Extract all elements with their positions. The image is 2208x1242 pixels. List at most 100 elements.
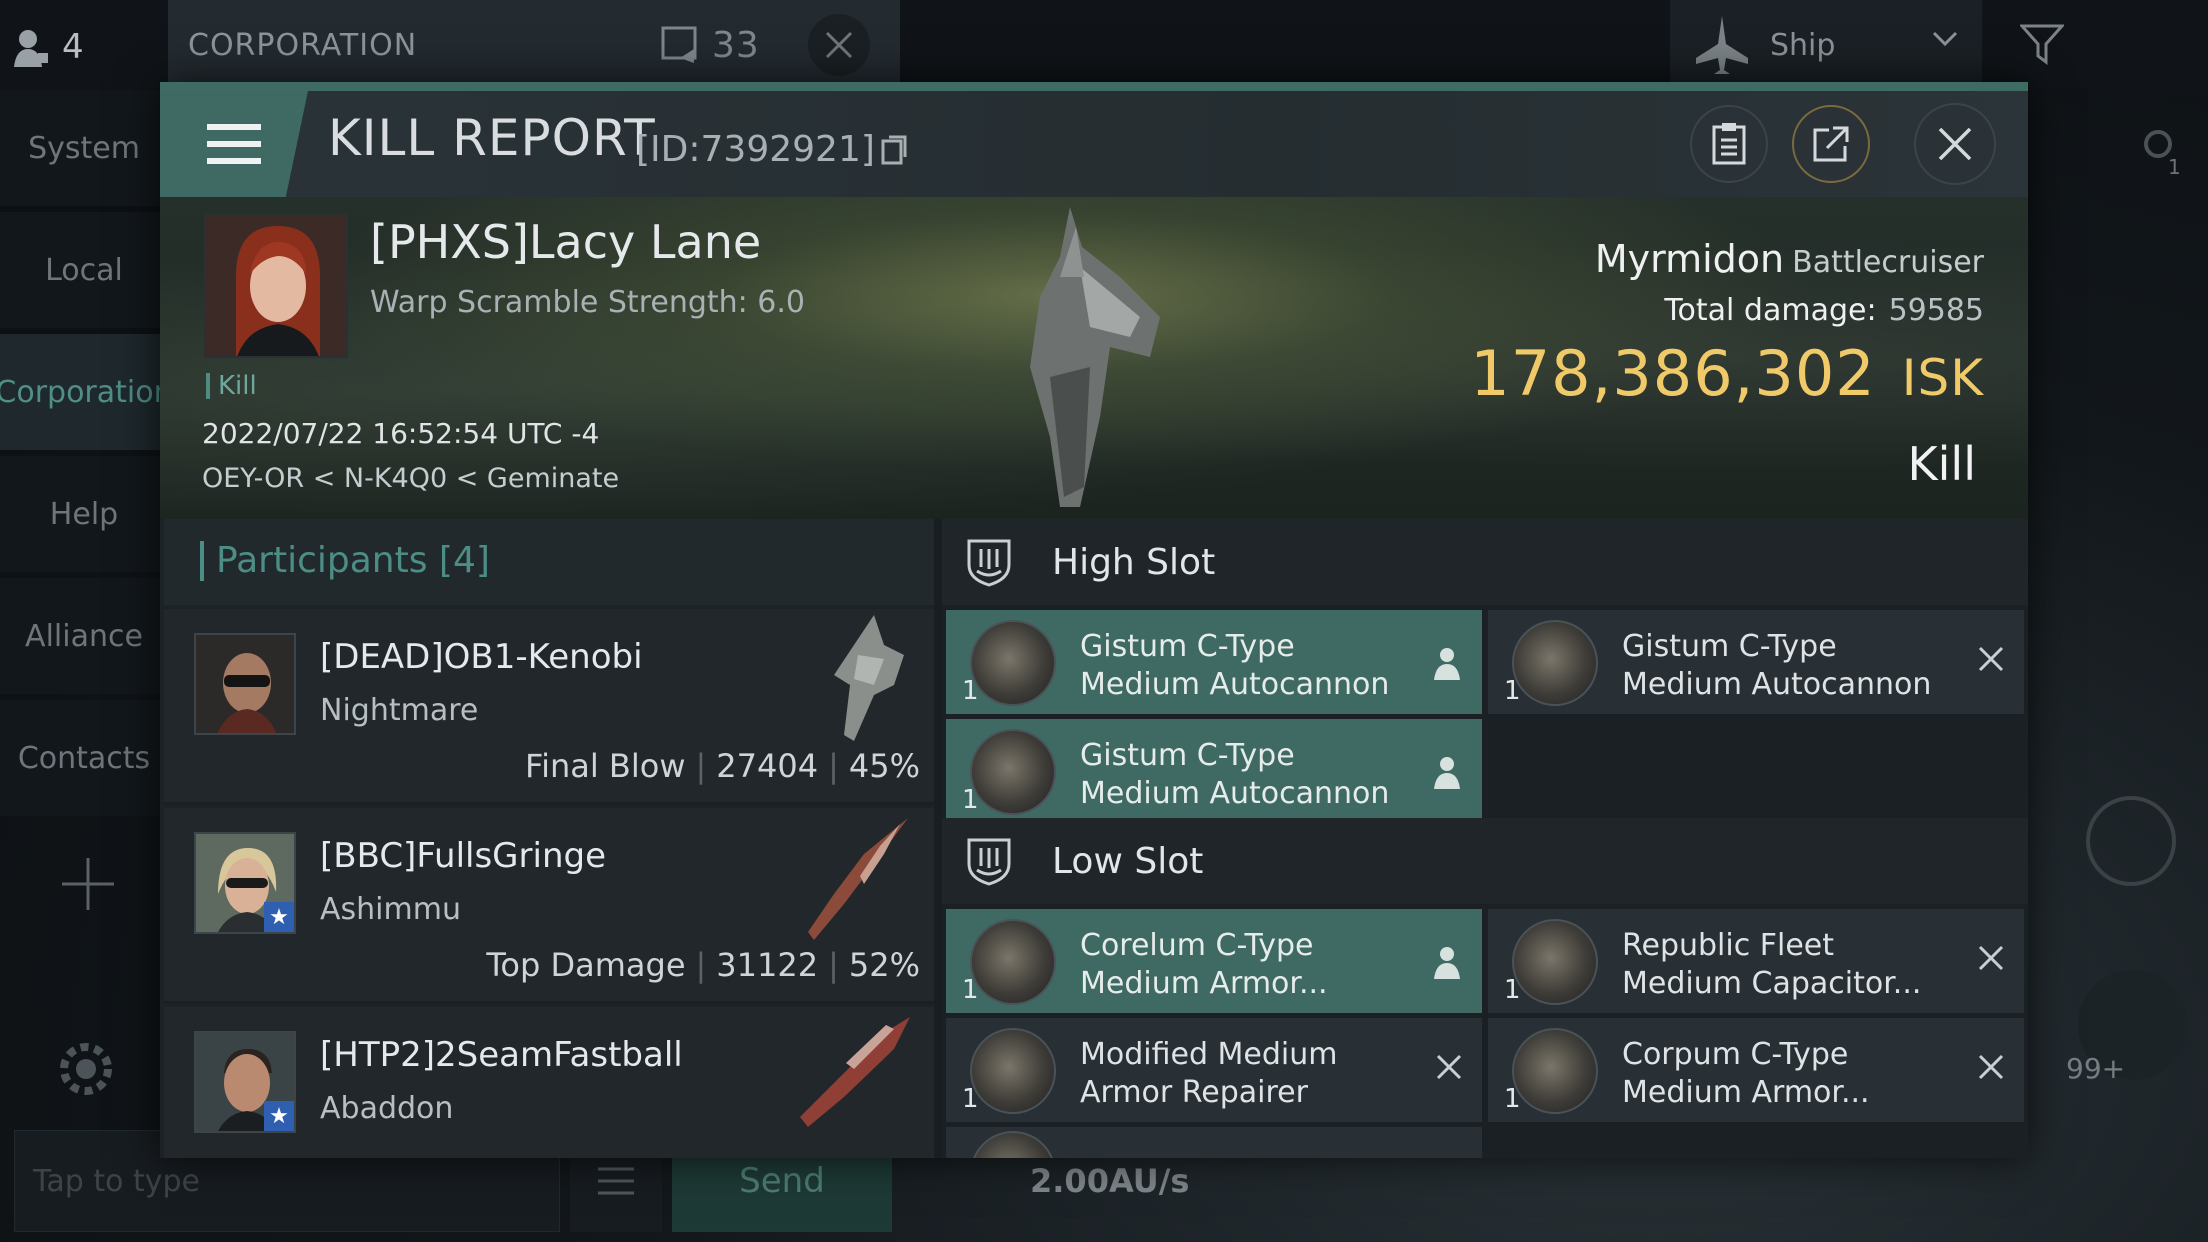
victim-name[interactable]: [PHXS]Lacy Lane (370, 215, 761, 269)
module-quantity: 1 (962, 676, 979, 706)
modal-accent-bar (160, 82, 2028, 91)
online-count: 4 (62, 27, 84, 67)
corp-chat-title: CORPORATION (188, 27, 418, 63)
swap-button[interactable] (2086, 796, 2176, 886)
victim-ship-line: Myrmidon Battlecruiser (1595, 237, 1984, 281)
list-icon (598, 1167, 634, 1195)
copy-report-button[interactable] (1690, 105, 1768, 183)
module-name-line2: Armor Repairer (1080, 1075, 1308, 1110)
share-icon (1813, 126, 1849, 162)
pilot-portrait-art (196, 635, 294, 733)
module-item[interactable]: 1 Modified Medium Armor Repairer (946, 1018, 1482, 1124)
stats-separator: | (828, 747, 839, 785)
module-name: Gistum C-Type Medium Autocannon (1080, 628, 1410, 704)
module-name-line1: Corelum C-Type (1080, 928, 1314, 963)
participant-ship-render (800, 1017, 910, 1127)
high-slot-title: High Slot (1052, 541, 1216, 583)
victim-ship-class: Battlecruiser (1792, 245, 1984, 280)
stats-separator: | (695, 946, 707, 984)
victim-banner: [PHXS]Lacy Lane Warp Scramble Strength: … (160, 197, 2028, 519)
kill-report-dialog: KILL REPORT [ID:7392921] [PHXS]Lacy Lane… (160, 82, 2028, 1158)
participant-row[interactable]: ★ [BBC]FullsGringe Ashimmu Top Damage | 3… (164, 808, 934, 1004)
participant-stats: Top Damage | 31122 | 52% (486, 946, 920, 984)
side-item-help[interactable]: Help (0, 456, 168, 572)
victim-ship-name[interactable]: Myrmidon (1595, 237, 1784, 281)
destroyed-x-icon (1978, 945, 2004, 971)
stats-separator: | (695, 747, 707, 785)
high-slot-header: High Slot (942, 519, 2028, 605)
copy-icon (881, 135, 907, 164)
participant-ship: Abaddon (320, 1091, 454, 1126)
star-icon: ★ (264, 1101, 294, 1131)
kill-report-header: KILL REPORT [ID:7392921] (160, 91, 2028, 197)
participant-ship-render (808, 818, 908, 940)
participant-row[interactable]: ★ [HTP2]2SeamFastball Abaddon (164, 1007, 934, 1158)
high-slot-icon (967, 539, 1011, 587)
online-counter[interactable]: 4 (14, 20, 84, 74)
gear-icon[interactable] (52, 1035, 120, 1103)
module-item[interactable]: 1 Republic Fleet Medium Capacitor... (1488, 909, 2024, 1015)
module-name: Corelum C-Type Medium Armor... (1080, 927, 1410, 1003)
autocannon-icon (1512, 620, 1598, 706)
kill-location[interactable]: OEY-OR < N-K4Q0 < Geminate (202, 463, 619, 494)
module-item[interactable]: 1 Corelum C-Type Medium Armor... (946, 909, 1482, 1015)
module-item[interactable]: 1 Gistum C-Type Medium Autocannon (1488, 610, 2024, 716)
low-slot-title: Low Slot (1052, 840, 1204, 882)
kill-tag: Kill (206, 373, 257, 399)
capacitor-module-icon (1512, 919, 1598, 1005)
kill-report-id-text: [ID:7392921] (636, 129, 875, 170)
destroyed-x-icon (1978, 1054, 2004, 1080)
corp-chat-header: CORPORATION 33 (168, 0, 900, 90)
close-report-button[interactable] (1914, 103, 1996, 185)
side-item-local[interactable]: Local (0, 212, 168, 328)
total-damage-label: Total damage: (1664, 293, 1877, 328)
module-name: Modified Medium Armor Repairer (1080, 1036, 1410, 1112)
module-name-line1: Corpum C-Type (1622, 1037, 1849, 1072)
module-quantity: 1 (1504, 676, 1521, 706)
autocannon-icon (970, 620, 1056, 706)
person-icon (14, 30, 48, 67)
ship-filter-dropdown[interactable]: Ship (1670, 0, 1982, 90)
ship-filter-label: Ship (1770, 27, 1836, 63)
kill-datetime: 2022/07/22 16:52:54 UTC -4 (202, 417, 600, 450)
kill-report-id[interactable]: [ID:7392921] (636, 129, 907, 170)
participant-avatar (194, 633, 296, 735)
module-name-line2: Medium Capacitor... (1622, 966, 1922, 1001)
kill-result: Kill (1907, 437, 1976, 491)
hamburger-icon (207, 124, 261, 164)
side-item-system[interactable]: System (0, 90, 168, 206)
corp-chat-close-button[interactable] (808, 14, 870, 76)
participant-avatar: ★ (194, 832, 296, 934)
module-name-line1: Republic Fleet (1622, 928, 1835, 963)
dropped-person-icon (1434, 947, 1460, 979)
module-item[interactable]: 1 Gistum C-Type Medium Autocannon (946, 610, 1482, 716)
chat-window-icon (661, 26, 697, 63)
participant-row[interactable]: [DEAD]OB1-Kenobi Nightmare Final Blow | 2… (164, 609, 934, 805)
victim-portrait[interactable] (204, 214, 348, 358)
side-item-corporation[interactable]: Corporation (0, 334, 173, 450)
module-quantity: 1 (962, 1084, 979, 1114)
module-item-partial[interactable] (946, 1127, 1482, 1158)
module-quantity: 1 (1504, 975, 1521, 1005)
share-report-button[interactable] (1792, 105, 1870, 183)
module-quantity: 1 (962, 785, 979, 815)
menu-button[interactable] (160, 91, 308, 197)
filter-icon[interactable] (2020, 22, 2064, 66)
side-item-alliance[interactable]: Alliance (0, 578, 168, 694)
participant-ship: Ashimmu (320, 892, 461, 927)
participants-title: Participants [4] (200, 541, 490, 581)
module-name-line2: Medium Armor... (1080, 966, 1328, 1001)
module-name: Gistum C-Type Medium Autocannon (1080, 737, 1410, 813)
module-name-line2: Medium Autocannon (1080, 776, 1390, 811)
module-item[interactable]: 1 Gistum C-Type Medium Autocannon (946, 719, 1482, 825)
search-icon[interactable]: 1 (2142, 128, 2182, 176)
module-item[interactable]: 1 Corpum C-Type Medium Armor... (1488, 1018, 2024, 1124)
star-icon: ★ (264, 902, 294, 932)
add-channel-icon[interactable] (60, 856, 116, 912)
chevron-down-icon (1932, 31, 1958, 47)
module-name-line1: Gistum C-Type (1622, 629, 1837, 664)
participant-name: [BBC]FullsGringe (320, 836, 606, 876)
destroyed-x-icon (1978, 646, 2004, 672)
clipboard-icon (1712, 123, 1746, 165)
side-item-contacts[interactable]: Contacts (0, 700, 168, 816)
